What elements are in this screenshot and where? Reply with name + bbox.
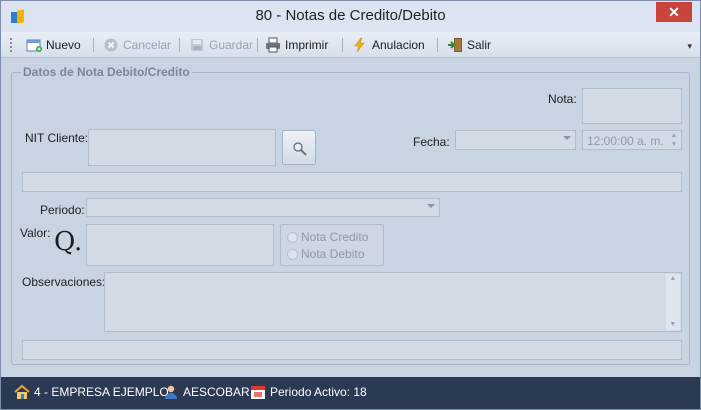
chevron-down-icon (563, 136, 571, 140)
observaciones-label: Observaciones: (22, 275, 106, 289)
bottom-info-field (22, 340, 682, 360)
status-bar: 4 - EMPRESA EJEMPLO AESCOBAR Periodo Act… (1, 377, 700, 409)
nota-label: Nota: (548, 92, 577, 106)
fecha-combo[interactable] (455, 130, 576, 150)
radio-button[interactable] (287, 231, 298, 243)
radio-nota-credito[interactable]: Nota Credito (287, 230, 368, 244)
toolbar-separator (437, 38, 438, 52)
periodo-combo[interactable] (86, 198, 440, 217)
status-empresa: 4 - EMPRESA EJEMPLO (14, 384, 169, 400)
cliente-name-field (22, 172, 682, 192)
toolbar-overflow-button[interactable]: ▾ (687, 41, 692, 52)
toolbar-grip[interactable] (10, 38, 12, 52)
toolbar-separator (179, 38, 180, 52)
salir-button[interactable]: Salir (447, 35, 491, 55)
usuario-label: AESCOBAR (183, 385, 250, 399)
nuevo-button[interactable]: Nuevo (26, 35, 81, 55)
home-icon (14, 384, 30, 400)
search-icon (292, 141, 308, 160)
observaciones-scrollbar[interactable]: ▲ ▼ (666, 274, 680, 330)
imprimir-label: Imprimir (285, 38, 329, 52)
status-periodo: Periodo Activo: 18 (250, 384, 367, 400)
toolbar-separator (257, 38, 258, 52)
imprimir-button[interactable]: Imprimir (265, 35, 328, 55)
chevron-down-icon (427, 204, 435, 208)
toolbar-separator (93, 38, 94, 52)
currency-symbol: Q. (54, 227, 83, 257)
group-title: Datos de Nota Debito/Credito (21, 65, 192, 79)
cancel-icon (103, 37, 119, 53)
time-value: 12:00:00 a. m. (587, 134, 664, 148)
main-window: 80 - Notas de Credito/Debito ✕ Nuevo Can… (0, 0, 701, 410)
fecha-label: Fecha: (413, 135, 450, 149)
time-spinner[interactable]: 12:00:00 a. m. ▲ ▼ (582, 130, 682, 150)
radio-button[interactable] (287, 248, 298, 260)
radio-credito-label: Nota Credito (301, 230, 369, 244)
cancelar-button[interactable]: Cancelar (103, 35, 171, 55)
tipo-nota-radio-group: Nota Credito Nota Debito (280, 224, 384, 266)
new-document-icon (26, 37, 42, 53)
user-icon (163, 384, 179, 400)
periodo-label: Periodo: (40, 203, 85, 217)
save-disk-icon (189, 37, 205, 53)
observaciones-textarea[interactable]: ▲ ▼ (104, 272, 682, 332)
exit-door-icon (447, 37, 463, 53)
search-cliente-button[interactable] (282, 130, 316, 165)
spin-down-icon[interactable]: ▼ (669, 141, 679, 149)
periodo-activo-label: Periodo Activo: 18 (270, 385, 367, 399)
radio-debito-label: Nota Debito (301, 247, 365, 261)
anulacion-button[interactable]: Anulacion (352, 35, 425, 55)
salir-label: Salir (467, 38, 492, 52)
toolbar-separator (342, 38, 343, 52)
printer-icon (265, 37, 281, 53)
empresa-label: 4 - EMPRESA EJEMPLO (34, 385, 169, 399)
valor-label: Valor: (20, 226, 51, 240)
cancelar-label: Cancelar (123, 38, 172, 52)
window-title: 80 - Notas de Credito/Debito (255, 7, 446, 24)
scroll-down-icon[interactable]: ▼ (666, 320, 680, 330)
status-usuario: AESCOBAR (163, 384, 250, 400)
valor-field[interactable] (86, 224, 274, 266)
spin-up-icon[interactable]: ▲ (669, 132, 679, 140)
nota-field[interactable] (582, 88, 682, 124)
lightning-icon (352, 37, 368, 53)
close-button[interactable]: ✕ (656, 2, 692, 22)
toolbar: Nuevo Cancelar Guardar Imprimir Anulacio… (1, 32, 700, 58)
nit-field[interactable] (88, 129, 276, 166)
nit-label: NIT Cliente: (25, 131, 89, 145)
anulacion-label: Anulacion (372, 38, 425, 52)
calendar-icon (250, 384, 266, 400)
title-bar[interactable]: 80 - Notas de Credito/Debito ✕ (1, 1, 700, 32)
nuevo-label: Nuevo (46, 38, 81, 52)
guardar-label: Guardar (209, 38, 254, 52)
scroll-up-icon[interactable]: ▲ (666, 274, 680, 284)
radio-nota-debito[interactable]: Nota Debito (287, 247, 364, 261)
guardar-button[interactable]: Guardar (189, 35, 253, 55)
